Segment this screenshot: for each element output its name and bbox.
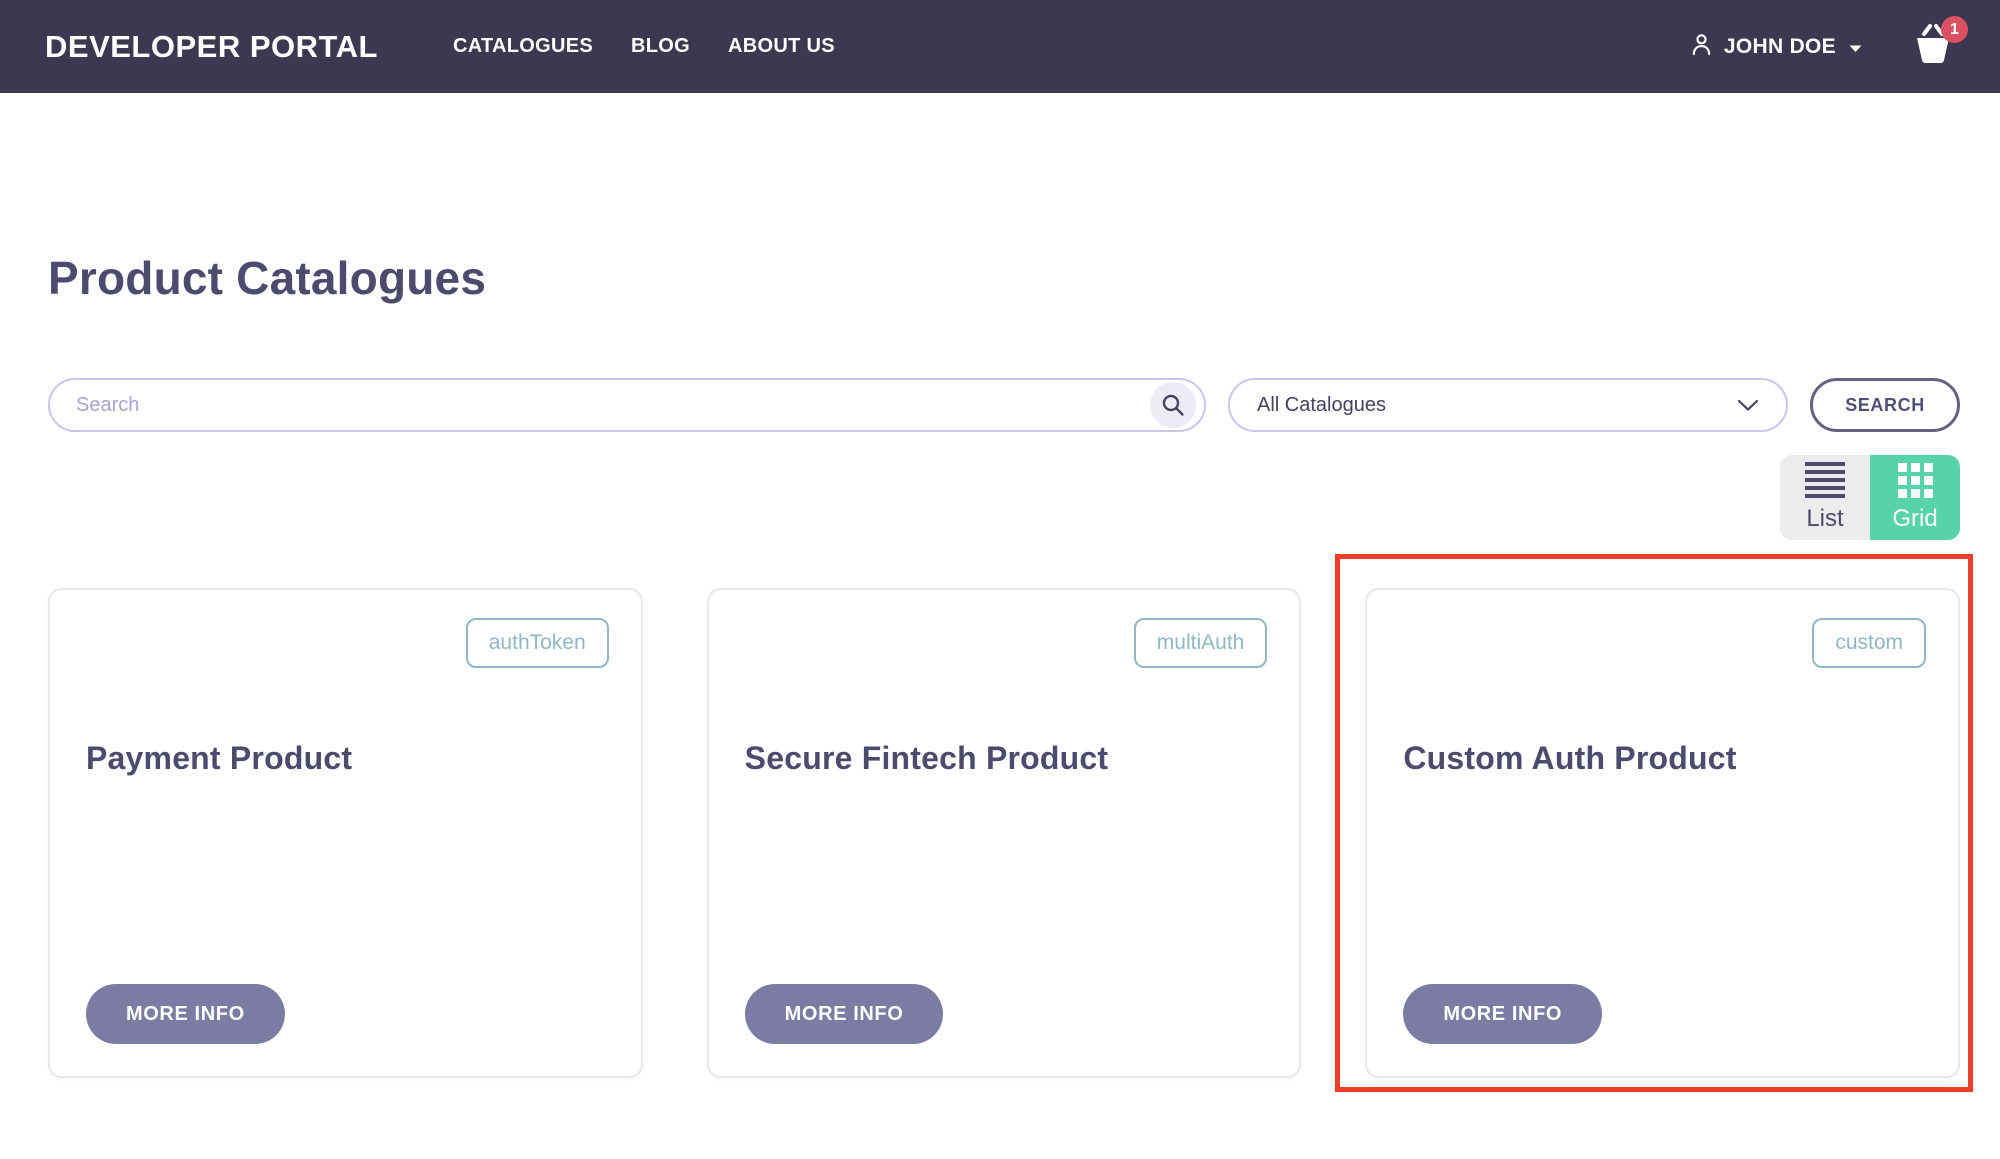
more-info-button[interactable]: MORE INFO <box>745 984 944 1044</box>
search-icon[interactable] <box>1150 382 1196 428</box>
product-cards: authToken Payment Product MORE INFO mult… <box>48 588 1960 1078</box>
product-card-payment: authToken Payment Product MORE INFO <box>48 588 643 1078</box>
product-card-secure-fintech: multiAuth Secure Fintech Product MORE IN… <box>707 588 1302 1078</box>
brand-logo[interactable]: DEVELOPER PORTAL <box>45 29 378 65</box>
main-nav: CATALOGUES BLOG ABOUT US <box>453 35 835 58</box>
navbar: DEVELOPER PORTAL CATALOGUES BLOG ABOUT U… <box>0 0 2000 93</box>
nav-link-blog[interactable]: BLOG <box>631 35 690 58</box>
list-view-button[interactable]: List <box>1780 455 1870 540</box>
search-input[interactable] <box>48 378 1206 432</box>
product-card-title: Payment Product <box>86 740 352 777</box>
chevron-down-icon <box>1737 399 1759 412</box>
list-icon <box>1805 462 1845 498</box>
list-view-label: List <box>1806 505 1843 533</box>
grid-icon <box>1898 463 1933 498</box>
nav-link-about-us[interactable]: ABOUT US <box>728 35 835 58</box>
auth-type-tag: authToken <box>466 618 609 668</box>
more-info-button[interactable]: MORE INFO <box>86 984 285 1044</box>
user-icon <box>1688 31 1715 63</box>
user-menu[interactable]: JOHN DOE <box>1688 31 1863 63</box>
auth-type-tag: custom <box>1812 618 1926 668</box>
search-row: All Catalogues SEARCH <box>48 378 1960 432</box>
cart-badge: 1 <box>1941 16 1968 43</box>
product-card-title: Secure Fintech Product <box>745 740 1109 777</box>
catalogue-filter-select[interactable]: All Catalogues <box>1228 378 1788 432</box>
view-toggle-row: List Grid <box>48 455 1960 540</box>
catalogue-filter-value: All Catalogues <box>1257 394 1386 417</box>
search-button[interactable]: SEARCH <box>1810 378 1960 432</box>
product-card-custom-auth: custom Custom Auth Product MORE INFO <box>1365 588 1960 1078</box>
view-toggle: List Grid <box>1780 455 1960 540</box>
grid-view-button[interactable]: Grid <box>1870 455 1960 540</box>
auth-type-tag: multiAuth <box>1134 618 1268 668</box>
main-content: Product Catalogues All Catalogues SEARCH <box>0 251 2000 1078</box>
page-title: Product Catalogues <box>48 251 1960 306</box>
grid-view-label: Grid <box>1892 505 1937 533</box>
nav-link-catalogues[interactable]: CATALOGUES <box>453 35 593 58</box>
more-info-button[interactable]: MORE INFO <box>1403 984 1602 1044</box>
chevron-down-icon <box>1848 44 1863 53</box>
cart-button[interactable]: 1 <box>1911 23 1955 70</box>
product-card-title: Custom Auth Product <box>1403 740 1736 777</box>
search-box <box>48 378 1206 432</box>
navbar-right: JOHN DOE 1 <box>1688 23 1955 70</box>
user-name: JOHN DOE <box>1724 35 1836 59</box>
